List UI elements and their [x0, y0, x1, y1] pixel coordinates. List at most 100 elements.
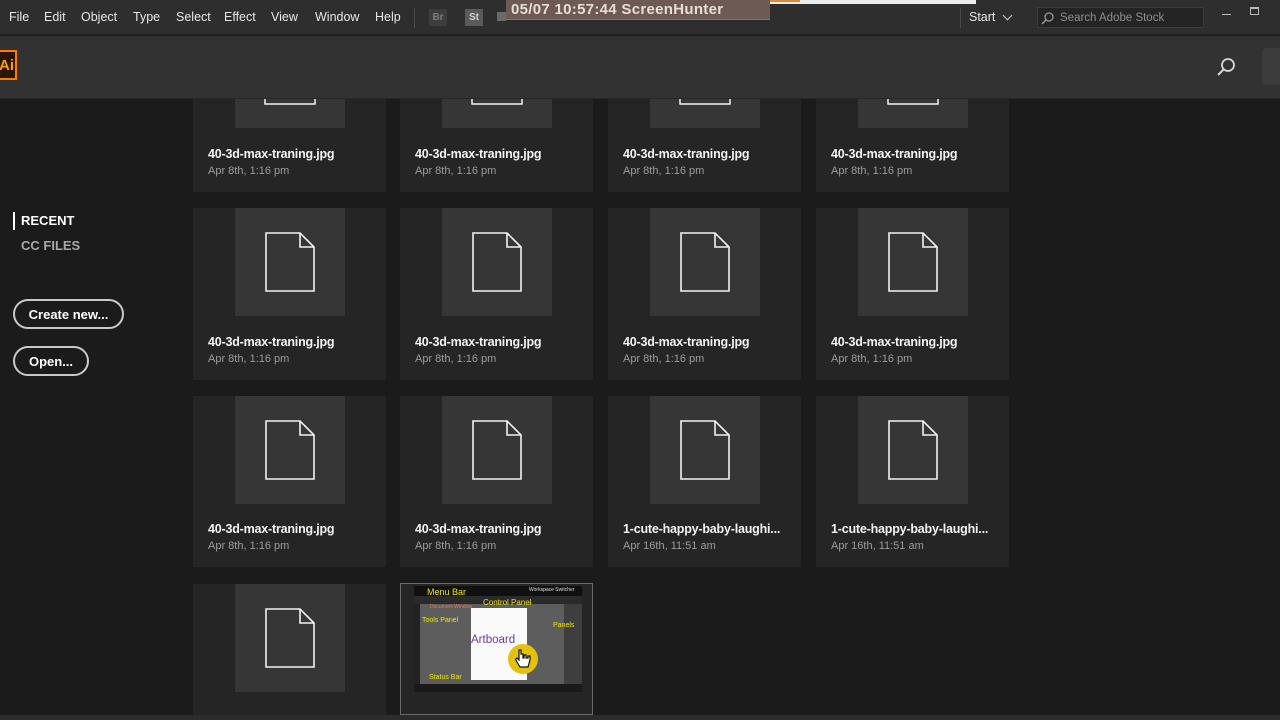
header-panel-button[interactable] — [1262, 48, 1280, 85]
file-date: Apr 8th, 1:16 pm — [208, 165, 290, 177]
workspace-label: Start — [969, 10, 996, 24]
thumb-tools — [414, 604, 420, 684]
file-date: Apr 8th, 1:16 pm — [831, 353, 913, 365]
menu-type[interactable]: Type — [133, 10, 160, 24]
file-card[interactable]: 40-3d-max-traning.jpg Apr 8th, 1:16 pm — [193, 396, 386, 567]
document-icon — [888, 420, 938, 480]
file-date: Apr 8th, 1:16 pm — [623, 165, 705, 177]
menu-effect[interactable]: Effect — [224, 10, 256, 24]
file-thumbnail — [858, 208, 968, 316]
file-name: 40-3d-max-traning.jpg — [208, 522, 335, 536]
file-thumbnail — [650, 89, 760, 128]
open-button[interactable]: Open... — [13, 346, 89, 376]
menu-edit[interactable]: Edit — [44, 10, 66, 24]
menu-help[interactable]: Help — [375, 10, 401, 24]
file-name: 1-cute-happy-baby-laughi... — [623, 522, 781, 536]
file-name: 40-3d-max-traning.jpg — [415, 335, 542, 349]
search-icon — [1041, 11, 1054, 25]
menu-window[interactable]: Window — [315, 10, 359, 24]
maximize-button[interactable] — [1243, 2, 1265, 20]
minimize-icon — [1221, 13, 1231, 15]
document-icon — [680, 420, 730, 480]
create-new-button[interactable]: Create new... — [13, 299, 124, 329]
file-date: Apr 8th, 1:16 pm — [415, 165, 497, 177]
file-name: 40-3d-max-traning.jpg — [831, 147, 958, 161]
thumb-label-menu-bar: Menu Bar — [427, 587, 467, 597]
thumb-label-workspace: Workspace Switcher — [529, 587, 575, 593]
file-card[interactable] — [193, 584, 386, 715]
hand-cursor-icon — [514, 649, 531, 668]
menu-divider — [414, 8, 415, 28]
thumb-label-artboard: Artboard — [471, 634, 516, 646]
overlay-accent — [770, 0, 800, 2]
file-card[interactable]: 1-cute-happy-baby-laughi... Apr 16th, 11… — [816, 396, 1009, 567]
file-name: 1-cute-happy-baby-laughi... — [831, 522, 989, 536]
menu-bar: File Edit Object Type Select Effect View… — [0, 0, 1280, 35]
file-card[interactable]: 40-3d-max-traning.jpg Apr 8th, 1:16 pm — [400, 89, 593, 192]
bridge-button[interactable]: Br — [429, 9, 447, 26]
file-date: Apr 8th, 1:16 pm — [208, 540, 290, 552]
document-icon — [887, 89, 939, 105]
document-icon — [679, 89, 731, 105]
thumb-panels — [564, 604, 582, 684]
workspace-switcher[interactable]: Start — [969, 10, 1013, 24]
illustrator-logo: Ai — [0, 50, 17, 80]
screenhunter-overlay: 05/07 10:57:44 ScreenHunter — [506, 0, 770, 20]
search-button[interactable] — [1215, 56, 1239, 80]
maximize-icon — [1249, 7, 1259, 15]
document-icon — [265, 608, 315, 668]
file-card[interactable]: 40-3d-max-traning.jpg Apr 8th, 1:16 pm — [400, 396, 593, 567]
file-date: Apr 16th, 11:51 am — [623, 540, 716, 552]
menu-select[interactable]: Select — [176, 10, 211, 24]
document-icon — [472, 232, 522, 292]
file-thumbnail — [235, 584, 345, 692]
file-thumbnail — [650, 396, 760, 504]
file-name: 40-3d-max-traning.jpg — [415, 522, 542, 536]
document-icon — [888, 232, 938, 292]
thumb-status — [414, 684, 582, 692]
file-card[interactable]: 40-3d-max-traning.jpg Apr 8th, 1:16 pm — [608, 208, 801, 380]
thumb-label-panels: Panels — [553, 622, 575, 629]
artboard-thumbnail: Menu Bar Workspace Switcher Control Pane… — [414, 586, 582, 692]
file-name: 40-3d-max-traning.jpg — [208, 147, 335, 161]
file-date: Apr 8th, 1:16 pm — [415, 353, 497, 365]
document-icon — [265, 420, 315, 480]
file-date: Apr 16th, 11:51 am — [831, 540, 924, 552]
file-date: Apr 8th, 1:16 pm — [831, 165, 913, 177]
start-header — [0, 36, 1280, 99]
file-date: Apr 8th, 1:16 pm — [623, 353, 705, 365]
file-card[interactable]: 40-3d-max-traning.jpg Apr 8th, 1:16 pm — [816, 208, 1009, 380]
file-date: Apr 8th, 1:16 pm — [208, 353, 290, 365]
menu-view[interactable]: View — [271, 10, 298, 24]
file-thumbnail — [235, 89, 345, 128]
thumb-label-tools-panel: Tools Panel — [422, 617, 459, 624]
arrange-documents-icon[interactable] — [497, 12, 506, 21]
file-card[interactable]: 40-3d-max-traning.jpg Apr 8th, 1:16 pm — [193, 208, 386, 380]
minimize-button[interactable] — [1215, 2, 1237, 20]
menu-object[interactable]: Object — [81, 10, 117, 24]
overlay-strip — [770, 0, 976, 4]
file-card[interactable]: 40-3d-max-traning.jpg Apr 8th, 1:16 pm — [193, 89, 386, 192]
chevron-down-icon — [1002, 10, 1013, 20]
file-card[interactable]: 1-cute-happy-baby-laughi... Apr 16th, 11… — [608, 396, 801, 567]
file-thumbnail — [442, 396, 552, 504]
stock-button[interactable]: St — [465, 9, 483, 26]
file-thumbnail — [235, 208, 345, 316]
file-card[interactable]: 40-3d-max-traning.jpg Apr 8th, 1:16 pm — [400, 208, 593, 380]
file-card[interactable]: 40-3d-max-traning.jpg Apr 8th, 1:16 pm — [816, 89, 1009, 192]
nav-recent[interactable]: RECENT — [13, 212, 74, 230]
thumb-label-control-panel: Control Panel — [483, 598, 532, 607]
file-thumbnail — [442, 89, 552, 128]
stock-search-input[interactable] — [1060, 11, 1200, 24]
file-name: 40-3d-max-traning.jpg — [208, 335, 335, 349]
file-card[interactable]: 40-3d-max-traning.jpg Apr 8th, 1:16 pm — [608, 89, 801, 192]
nav-cc-files[interactable]: CC FILES — [21, 238, 80, 253]
file-thumbnail — [235, 396, 345, 504]
stock-search[interactable] — [1037, 7, 1204, 28]
file-card-artboard[interactable]: Menu Bar Workspace Switcher Control Pane… — [400, 583, 593, 715]
file-thumbnail — [858, 89, 968, 128]
file-date: Apr 8th, 1:16 pm — [415, 540, 497, 552]
thumb-label-document-window: Document Window — [430, 604, 472, 610]
menu-file[interactable]: File — [9, 10, 29, 24]
file-name: 40-3d-max-traning.jpg — [623, 147, 750, 161]
